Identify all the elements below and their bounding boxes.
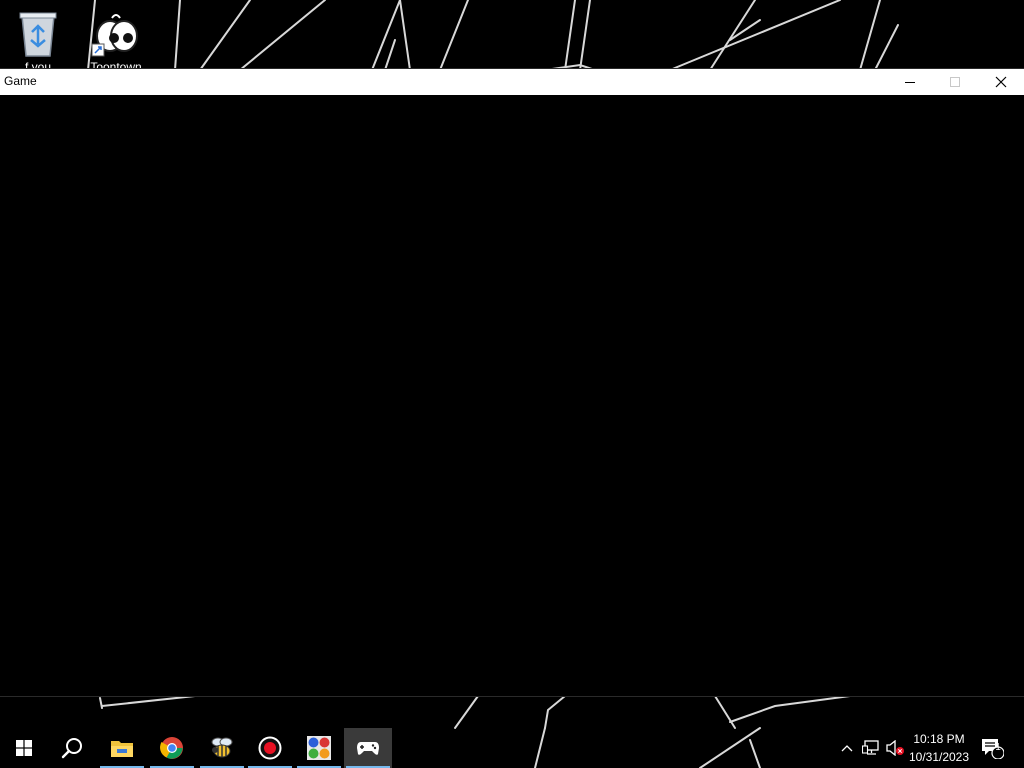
desktop: f you Toontown Game 10:18 PM 10/31/2023 … [0, 0, 1024, 768]
window-titlebar[interactable]: Game [0, 69, 1024, 95]
clock-date: 10/31/2023 [908, 750, 970, 764]
chrome-icon [160, 737, 183, 759]
game-canvas[interactable] [0, 95, 1024, 696]
desktop-icon-toontown[interactable]: Toontown [80, 4, 152, 74]
toontown-shortcut-icon [91, 14, 138, 57]
desktop-icon-recycle-bin[interactable]: f you [2, 4, 74, 74]
recycle-bin-icon [19, 12, 57, 57]
search-button[interactable] [48, 728, 96, 768]
gamepad-icon [357, 742, 379, 755]
start-button[interactable] [0, 728, 48, 768]
maximize-button[interactable] [932, 69, 978, 95]
maximize-icon [950, 77, 960, 87]
tray-overflow-button[interactable] [838, 728, 856, 768]
network-icon [862, 740, 879, 755]
game-window: Game [0, 69, 1024, 696]
minimize-button[interactable] [887, 69, 933, 95]
taskbar-bee-app[interactable] [198, 728, 246, 768]
window-title: Game [4, 74, 37, 88]
close-button[interactable] [978, 69, 1024, 95]
taskbar-recorder[interactable] [246, 728, 294, 768]
action-center-button[interactable]: 1 [980, 728, 1004, 768]
color-grid-icon [307, 736, 331, 760]
bee-icon [211, 737, 233, 758]
tray-network[interactable] [860, 728, 882, 768]
taskbar: 10:18 PM 10/31/2023 1 [0, 728, 1024, 768]
taskbar-clock[interactable]: 10:18 PM 10/31/2023 [900, 728, 978, 768]
notification-count: 1 [995, 742, 1001, 753]
search-icon [61, 738, 82, 759]
close-icon [995, 76, 1007, 88]
chevron-up-icon [841, 745, 853, 752]
clock-time: 10:18 PM [913, 732, 965, 746]
taskbar-file-explorer[interactable] [98, 728, 146, 768]
minimize-icon [905, 82, 915, 83]
taskbar-color-app[interactable] [295, 728, 343, 768]
record-icon [258, 736, 282, 760]
folder-icon [111, 741, 133, 757]
windows-logo-icon [16, 740, 32, 756]
taskbar-game[interactable] [344, 728, 392, 768]
taskbar-chrome[interactable] [148, 728, 196, 768]
